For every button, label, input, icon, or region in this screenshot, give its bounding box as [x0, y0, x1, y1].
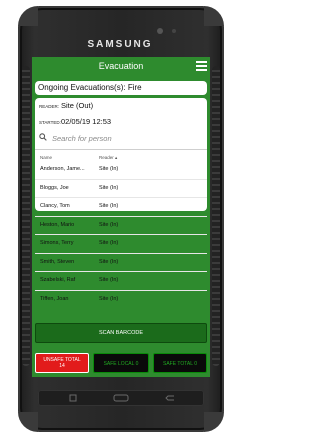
- front-camera: [157, 28, 163, 34]
- safe-local-label: SAFE LOCAL 0: [103, 361, 139, 367]
- recent-apps-icon[interactable]: [64, 394, 82, 402]
- started-label: STARTED:: [39, 120, 61, 125]
- unsafe-total-button[interactable]: UNSAFE TOTAL 14: [35, 353, 89, 373]
- list-item[interactable]: Simons, Terry Site (In): [35, 235, 207, 254]
- person-name: Heston, Mario: [40, 221, 75, 228]
- list-item[interactable]: Szabelski, Raf Site (In): [35, 272, 207, 291]
- person-reader: Site (In): [99, 240, 119, 246]
- list-item[interactable]: Anderson, Jame... Site (In): [35, 161, 207, 180]
- safe-total-button[interactable]: SAFE TOTAL 0: [153, 353, 207, 373]
- person-name: Szabelski, Raf: [40, 277, 76, 283]
- search-bar[interactable]: [39, 132, 207, 144]
- person-reader: Site (In): [99, 221, 119, 228]
- started-value: 02/05/19 12:53: [61, 117, 112, 126]
- phone-grip-left: [22, 66, 30, 366]
- phone-grip-right: [212, 66, 220, 366]
- person-reader: Site (In): [99, 258, 119, 265]
- home-icon[interactable]: [112, 394, 130, 402]
- people-list: Anderson, Jame... Site (In) Bloggs, Joe Si…: [35, 161, 207, 308]
- person-name: Bloggs, Joe: [40, 184, 69, 191]
- phone-bumper: [204, 412, 224, 432]
- search-icon: [39, 133, 47, 141]
- app-screen: Evacuation Ongoing Evacuations(s): Fire …: [32, 57, 210, 377]
- person-reader: Site (In): [99, 166, 119, 172]
- person-reader: Site (In): [99, 184, 119, 191]
- person-name: Simons, Terry: [40, 240, 74, 246]
- hardware-nav-keys: [38, 390, 204, 406]
- safe-total-label: SAFE TOTAL 0: [163, 361, 197, 367]
- person-name: Clancy, Tom: [40, 203, 70, 209]
- reader-value: Site (Out): [61, 101, 94, 110]
- app-bar: Evacuation: [32, 57, 210, 78]
- scan-barcode-button[interactable]: SCAN BARCODE: [35, 323, 207, 343]
- phone-bumper: [204, 6, 224, 26]
- column-header-name[interactable]: Name: [40, 155, 52, 160]
- reader-label: READER:: [39, 104, 60, 109]
- list-item[interactable]: Clancy, Tom Site (In): [35, 198, 207, 217]
- unsafe-total-value: 14: [59, 363, 65, 369]
- sensor: [172, 29, 176, 33]
- search-input[interactable]: [52, 132, 202, 144]
- person-name: Smith, Steven: [40, 258, 75, 265]
- list-item[interactable]: Smith, Steven Site (In): [35, 254, 207, 272]
- list-item[interactable]: Heston, Mario Site (In): [35, 217, 207, 235]
- list-item[interactable]: Bloggs, Joe Site (In): [35, 180, 207, 198]
- phone-bumper: [18, 6, 38, 26]
- totals-bar: UNSAFE TOTAL 14 SAFE LOCAL 0 SAFE TOTAL …: [35, 353, 207, 373]
- device-brand: SAMSUNG: [87, 39, 153, 50]
- list-item[interactable]: Tiffen, Joan Site (In): [35, 291, 207, 309]
- app-title: Evacuation: [98, 61, 144, 71]
- person-name: Tiffen, Joan: [40, 295, 69, 302]
- back-icon[interactable]: [162, 394, 180, 402]
- phone-bumper: [18, 412, 38, 432]
- evacuation-panel: READER: Site (Out) STARTED: 02/05/19 12:…: [35, 98, 207, 302]
- person-reader: Site (In): [99, 203, 119, 209]
- banner-text: Ongoing Evacuations(s): Fire: [38, 83, 142, 92]
- person-name: Anderson, Jame...: [40, 166, 85, 172]
- evacuation-banner: Ongoing Evacuations(s): Fire: [35, 81, 207, 95]
- person-reader: Site (In): [99, 277, 119, 283]
- divider: [35, 149, 207, 150]
- person-reader: Site (In): [99, 295, 119, 302]
- menu-icon[interactable]: [196, 61, 207, 71]
- safe-local-button[interactable]: SAFE LOCAL 0: [93, 353, 149, 373]
